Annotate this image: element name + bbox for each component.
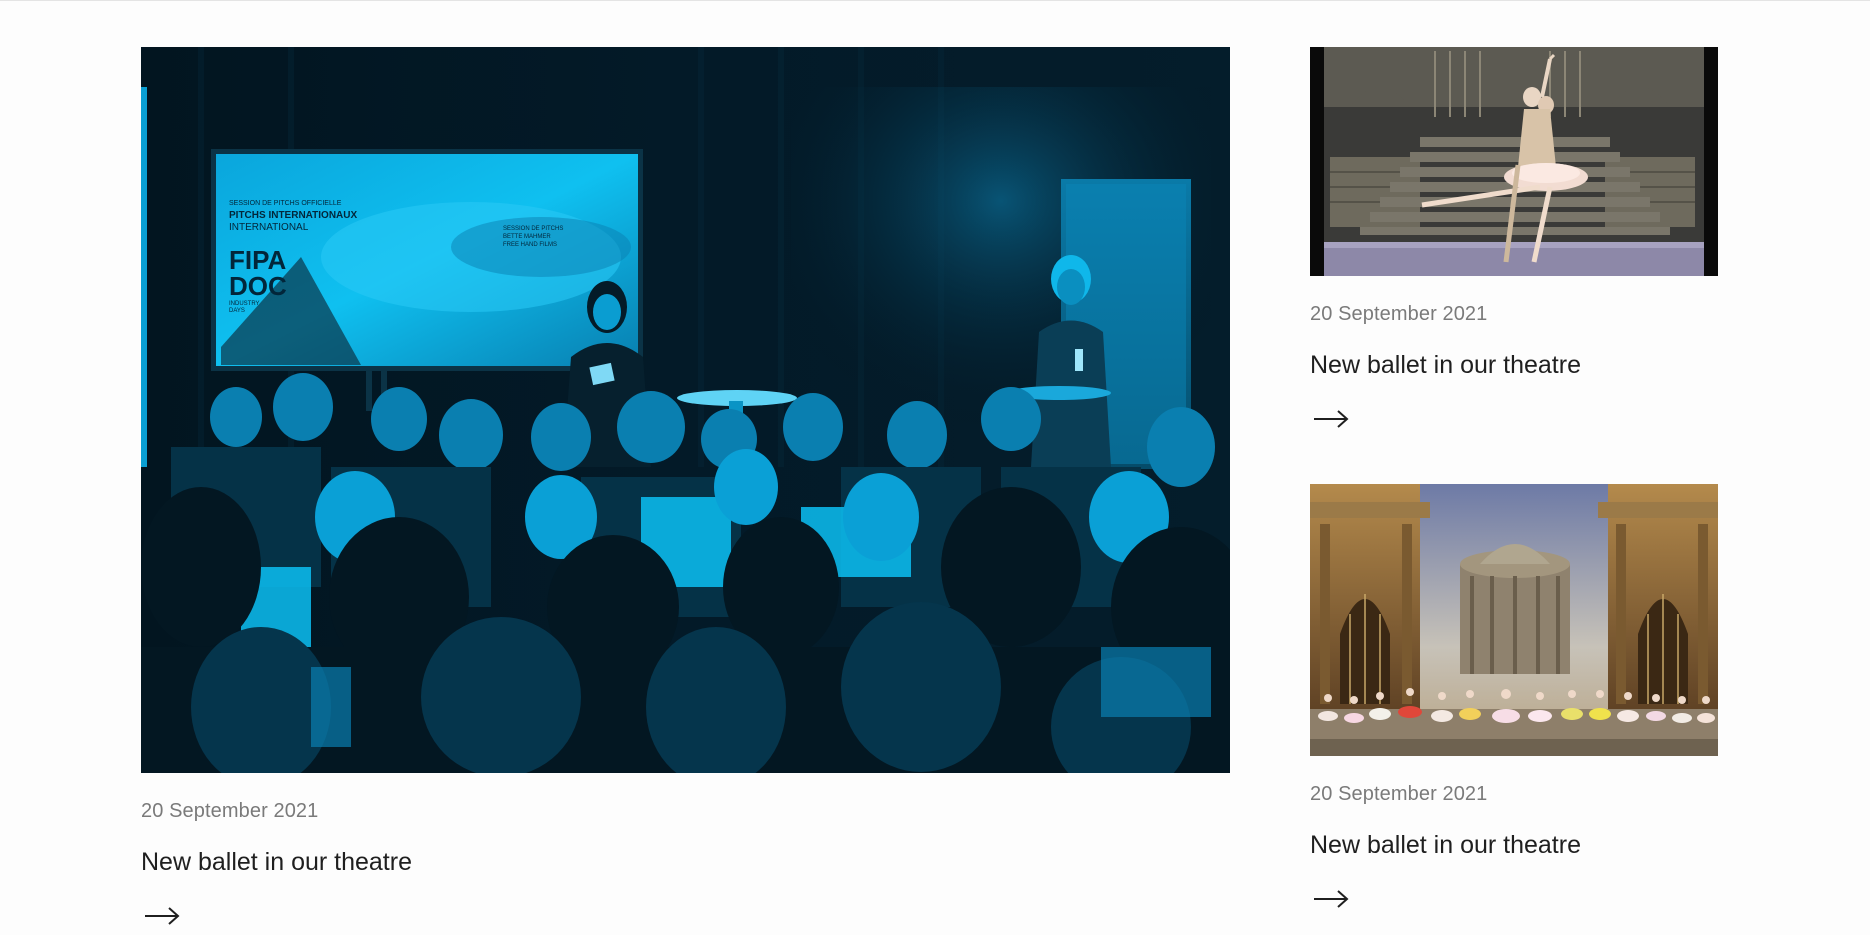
arrow-right-icon[interactable] [1312,407,1352,431]
side-article-image-1[interactable] [1310,47,1718,276]
article-title[interactable]: New ballet in our theatre [1310,351,1581,380]
arrow-right-icon[interactable] [1312,887,1352,911]
top-divider [0,0,1870,1]
article-title[interactable]: New ballet in our theatre [141,848,412,877]
svg-text:BETTE MAHMER: BETTE MAHMER [503,234,551,240]
svg-text:PITCHS INTERNATIONAUX: PITCHS INTERNATIONAUX [229,210,357,221]
side-article-image-2[interactable] [1310,484,1718,756]
svg-text:INTERNATIONAL: INTERNATIONAL [229,222,309,233]
arrow-right-icon[interactable] [143,904,183,928]
svg-text:INDUSTRY: INDUSTRY [229,301,260,307]
svg-text:SESSION DE PITCHS OFFICIELLE: SESSION DE PITCHS OFFICIELLE [229,200,342,207]
svg-text:DAYS: DAYS [229,308,245,314]
article-date: 20 September 2021 [1310,303,1488,325]
article-date: 20 September 2021 [1310,783,1488,805]
svg-text:DOC: DOC [229,271,287,301]
article-title[interactable]: New ballet in our theatre [1310,831,1581,860]
svg-text:FREE HAND FILMS: FREE HAND FILMS [503,242,557,248]
featured-article-image[interactable]: SESSION DE PITCHS OFFICIELLE PITCHS INTE… [141,47,1230,773]
svg-text:SESSION DE PITCHS: SESSION DE PITCHS [503,226,563,232]
article-date: 20 September 2021 [141,800,319,822]
